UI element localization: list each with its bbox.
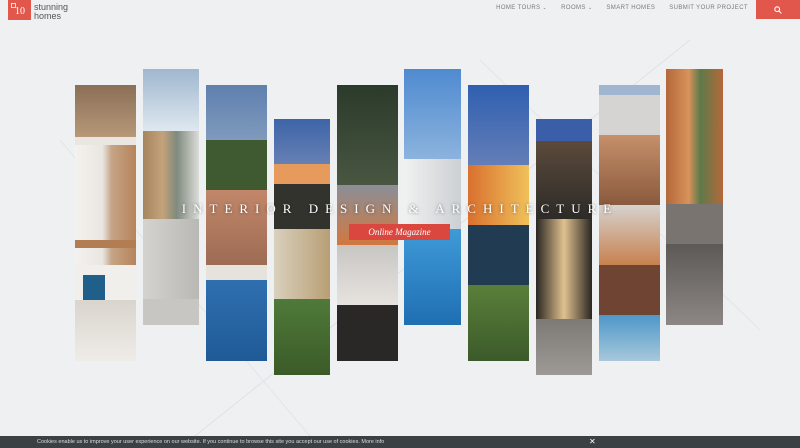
logo-text: stunning homes: [34, 3, 68, 21]
search-icon: [774, 5, 782, 14]
photo-strip-6: [404, 69, 461, 325]
chevron-down-icon: ⌄: [587, 5, 593, 11]
hero-subtitle: Online Magazine: [349, 224, 450, 240]
nav-smart-homes-label: SMART HOMES: [606, 5, 656, 11]
nav-smart-homes[interactable]: SMART HOMES: [606, 5, 655, 11]
site-header: 10 stunning homes HOME TOURS ⌄ ROOMS ⌄ SMA…: [0, 0, 800, 21]
nav-submit-project-label: SUBMIT YOUR PROJECT: [669, 5, 748, 11]
chevron-down-icon: ⌄: [542, 5, 548, 11]
main-nav: HOME TOURS ⌄ ROOMS ⌄ SMART HOMES SUBMIT YO…: [496, 5, 748, 11]
photo-strip-10: [666, 69, 723, 325]
nav-home-tours-label: HOME TOURS: [496, 5, 541, 11]
photo-strip-5: [337, 85, 398, 361]
logo-mark: 10: [8, 0, 31, 20]
logo-number: 10: [15, 6, 25, 17]
nav-rooms[interactable]: ROOMS ⌄: [561, 5, 592, 11]
nav-submit-project[interactable]: SUBMIT YOUR PROJECT: [669, 5, 748, 11]
cookie-bar: Cookies enable us to improve your user e…: [0, 436, 800, 448]
photo-strip-7: [468, 85, 529, 361]
photo-strip-2: [143, 69, 199, 325]
photo-strip-1: [75, 85, 136, 361]
nav-home-tours[interactable]: HOME TOURS ⌄: [496, 5, 547, 11]
photo-strip-3: [206, 85, 267, 361]
site-logo[interactable]: 10 stunning homes: [8, 0, 68, 21]
close-icon[interactable]: ✕: [589, 436, 596, 448]
photo-strip-9: [599, 85, 660, 361]
cookie-text: Cookies enable us to improve your user e…: [37, 439, 385, 445]
hero-title: INTERIOR DESIGN & ARCHITECTURE: [181, 201, 619, 216]
nav-rooms-label: ROOMS: [561, 5, 586, 11]
photo-strip-4: [274, 119, 330, 375]
photo-strip-8: [536, 119, 592, 375]
logo-line2: homes: [34, 11, 62, 21]
search-button[interactable]: [756, 0, 800, 19]
